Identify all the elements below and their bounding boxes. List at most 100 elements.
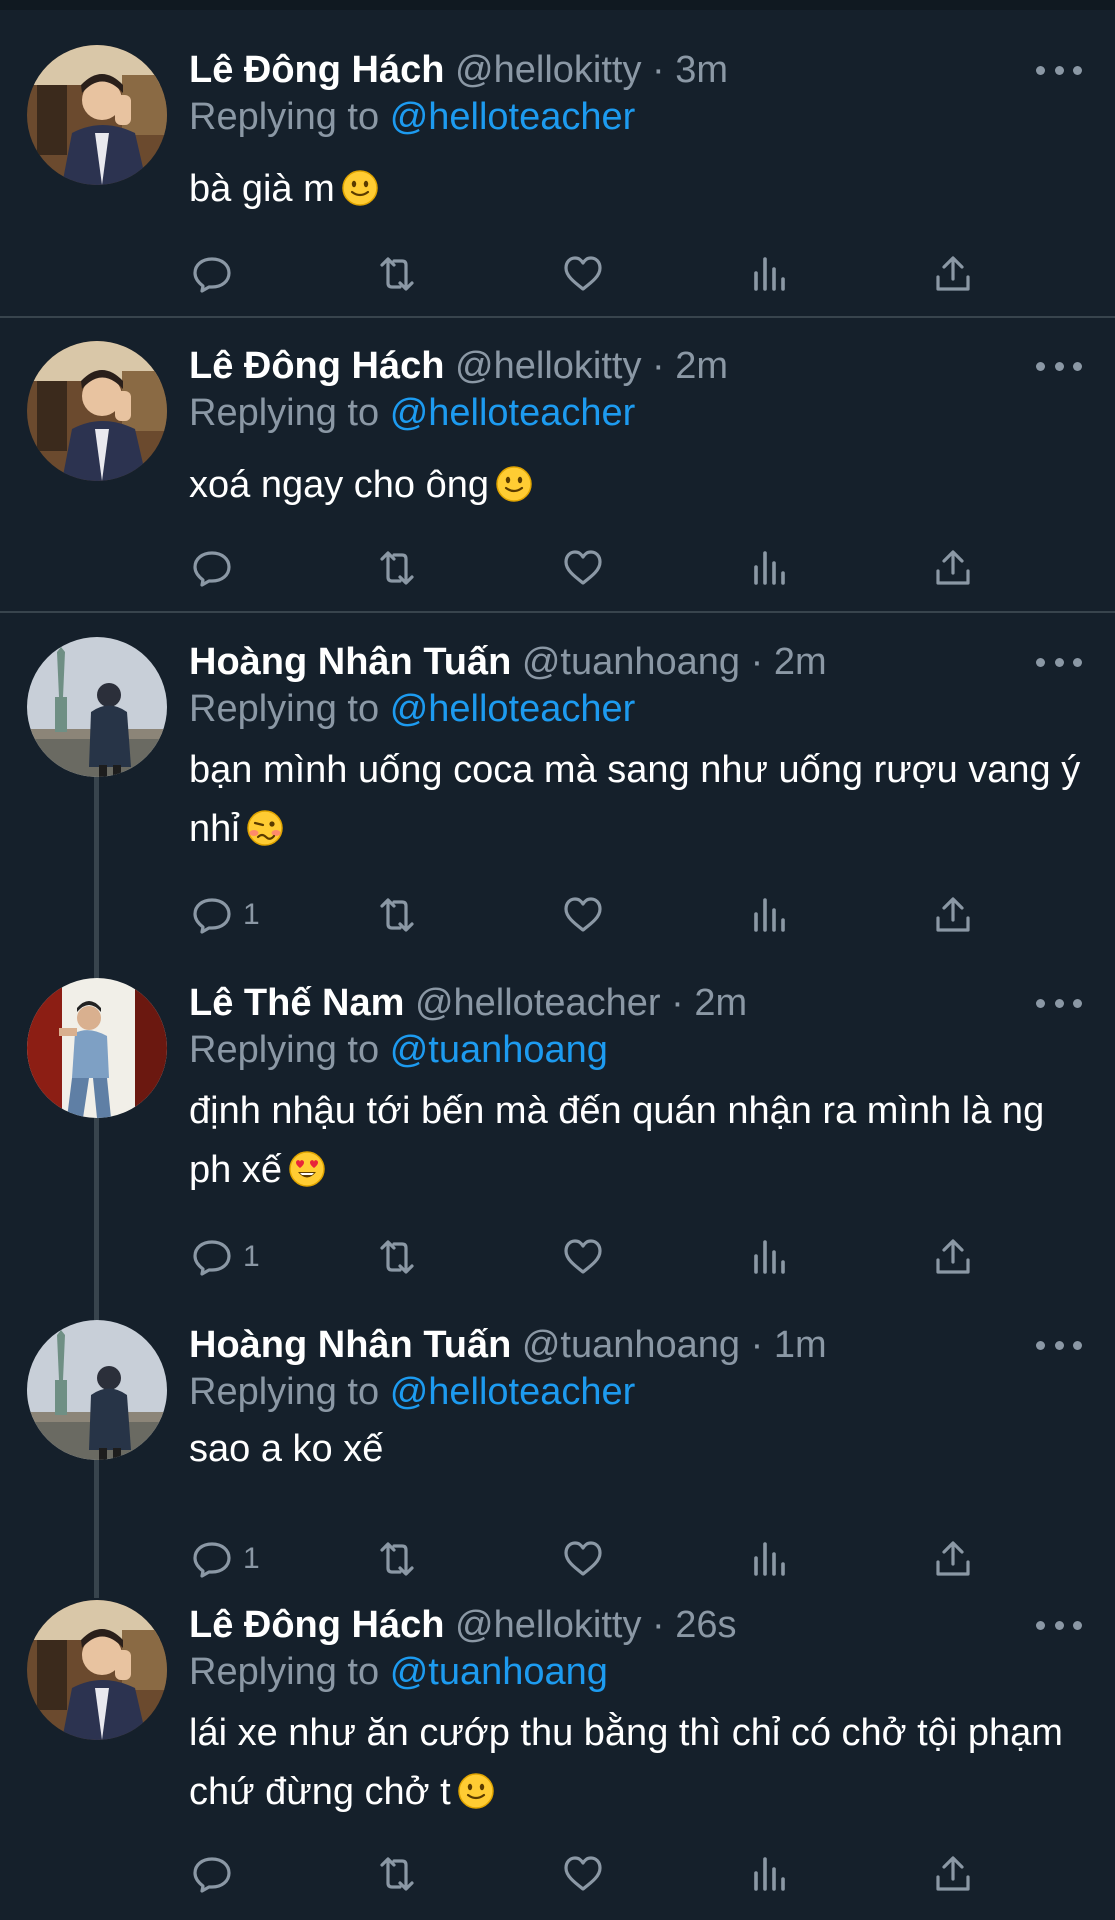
display-name[interactable]: Lê Đông Hách (189, 345, 444, 387)
divider (0, 316, 1115, 318)
display-name[interactable]: Hoàng Nhân Tuấn (189, 641, 511, 683)
share-icon (936, 1541, 970, 1576)
mention-link[interactable]: @tuanhoang (390, 1651, 608, 1693)
handle[interactable]: @hellokitty (455, 1604, 641, 1646)
retweet-button[interactable] (374, 887, 420, 943)
analytics-icon (754, 1542, 785, 1576)
divider (0, 611, 1115, 613)
retweet-icon (380, 1240, 414, 1274)
share-button[interactable] (930, 887, 976, 943)
display-name[interactable]: Hoàng Nhân Tuấn (189, 1324, 511, 1366)
handle[interactable]: @hellokitty (455, 345, 641, 387)
top-edge (0, 0, 1115, 10)
tweet-actions (0, 246, 1115, 302)
more-options-icon[interactable] (1036, 1320, 1082, 1370)
mention-link[interactable]: @helloteacher (390, 688, 636, 730)
like-button[interactable] (560, 1531, 606, 1587)
share-button[interactable] (930, 540, 976, 596)
like-button[interactable] (560, 1846, 606, 1902)
retweet-button[interactable] (374, 1531, 420, 1587)
reply-icon (193, 1240, 231, 1276)
reply-icon (193, 1542, 231, 1578)
more-options-icon[interactable] (1036, 637, 1082, 687)
tweet-text-content: lái xe như ăn cướp thu bằng thì chỉ có c… (189, 1712, 1063, 1813)
avatar[interactable] (27, 45, 167, 185)
timestamp[interactable]: · 1m (751, 1324, 827, 1366)
reply-count: 1 (243, 898, 260, 931)
retweet-button[interactable] (374, 1846, 420, 1902)
analytics-icon (754, 257, 785, 291)
analytics-button[interactable] (746, 887, 792, 943)
replying-label: Replying to (189, 392, 380, 434)
analytics-button[interactable] (746, 1229, 792, 1285)
reply-button[interactable] (189, 1846, 243, 1902)
tweet-text: định nhậu tới bến mà đến quán nhận ra mì… (189, 1082, 1089, 1200)
more-options-icon[interactable] (1036, 1600, 1082, 1650)
timestamp[interactable]: · 26s (652, 1604, 736, 1646)
mention-link[interactable]: @helloteacher (390, 392, 636, 434)
timestamp[interactable]: · 3m (652, 49, 728, 91)
like-button[interactable] (560, 1229, 606, 1285)
more-options-icon[interactable] (1036, 341, 1082, 391)
mention-link[interactable]: @helloteacher (390, 96, 636, 138)
timestamp[interactable]: · 2m (751, 641, 827, 683)
handle[interactable]: @tuanhoang (522, 1324, 740, 1366)
mention-link[interactable]: @tuanhoang (390, 1029, 608, 1071)
retweet-button[interactable] (374, 246, 420, 302)
tweet-text-content: bà già m (189, 168, 335, 210)
timestamp[interactable]: · 2m (671, 982, 747, 1024)
retweet-icon (380, 1857, 414, 1891)
reply-button[interactable] (189, 246, 243, 302)
share-button[interactable] (930, 1846, 976, 1902)
reply-button[interactable]: 1 (189, 887, 260, 943)
avatar[interactable] (27, 1600, 167, 1740)
avatar[interactable] (27, 341, 167, 481)
retweet-button[interactable] (374, 540, 420, 596)
share-button[interactable] (930, 246, 976, 302)
analytics-button[interactable] (746, 1531, 792, 1587)
tweet[interactable]: Lê Thế Nam @helloteacher · 2m Replying t… (0, 978, 1115, 1278)
mention-link[interactable]: @helloteacher (390, 1371, 636, 1413)
like-icon (564, 897, 602, 932)
more-options-icon[interactable] (1036, 45, 1082, 95)
like-button[interactable] (560, 887, 606, 943)
more-options-icon[interactable] (1036, 978, 1082, 1028)
analytics-button[interactable] (746, 540, 792, 596)
reply-button[interactable]: 1 (189, 1531, 260, 1587)
tweet[interactable]: Lê Đông Hách @hellokitty · 3m Replying t… (0, 45, 1115, 310)
retweet-button[interactable] (374, 1229, 420, 1285)
replying-to: Replying to @tuanhoang (189, 1025, 608, 1075)
handle[interactable]: @tuanhoang (522, 641, 740, 683)
display-name[interactable]: Lê Đông Hách (189, 1604, 444, 1646)
tweet-header: Hoàng Nhân Tuấn @tuanhoang · 2m (189, 637, 827, 687)
handle[interactable]: @hellokitty (455, 49, 641, 91)
share-button[interactable] (930, 1229, 976, 1285)
reply-button[interactable] (189, 540, 243, 596)
reply-count: 1 (243, 1542, 260, 1575)
avatar[interactable] (27, 1320, 167, 1460)
handle[interactable]: @helloteacher (415, 982, 661, 1024)
reply-button[interactable]: 1 (189, 1229, 260, 1285)
display-name[interactable]: Lê Thế Nam (189, 982, 404, 1024)
avatar[interactable] (27, 978, 167, 1118)
slightly-smiling-face-emoji-icon (341, 169, 378, 207)
like-icon (564, 256, 602, 291)
like-button[interactable] (560, 540, 606, 596)
tweet[interactable]: Hoàng Nhân Tuấn @tuanhoang · 1m Replying… (0, 1320, 1115, 1578)
share-icon (936, 897, 970, 932)
tweet[interactable]: Lê Đông Hách @hellokitty · 26s Replying … (0, 1600, 1115, 1900)
like-button[interactable] (560, 246, 606, 302)
reply-icon (193, 1857, 231, 1893)
share-button[interactable] (930, 1531, 976, 1587)
retweet-icon (380, 1542, 414, 1576)
timestamp[interactable]: · 2m (652, 345, 728, 387)
analytics-button[interactable] (746, 246, 792, 302)
analytics-button[interactable] (746, 1846, 792, 1902)
analytics-icon (754, 551, 785, 585)
avatar[interactable] (27, 637, 167, 777)
tweet[interactable]: Hoàng Nhân Tuấn @tuanhoang · 2m Replying… (0, 637, 1115, 937)
tweet-text-content: sao a ko xế (189, 1428, 384, 1470)
display-name[interactable]: Lê Đông Hách (189, 49, 444, 91)
tweet[interactable]: Lê Đông Hách @hellokitty · 2m Replying t… (0, 341, 1115, 606)
slightly-smiling-face-emoji-icon (457, 1772, 494, 1810)
